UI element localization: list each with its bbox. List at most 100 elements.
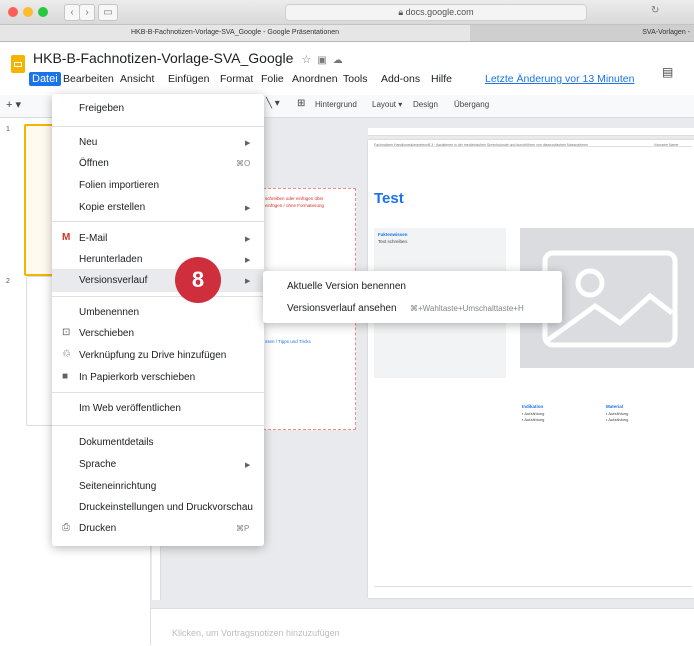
comment-icon[interactable]: ▤	[662, 65, 673, 79]
print-shortcut: ⌘P	[236, 524, 250, 533]
menu-item-print[interactable]: Drucken	[79, 523, 116, 534]
tab-bar: HKB-B-Fachnotizen-Vorlage-SVA_Google - G…	[0, 25, 694, 42]
folder-icon[interactable]: ▣	[317, 55, 326, 66]
menu-item-email[interactable]: E-Mail	[79, 233, 107, 244]
facts-text: Text schreiben.	[378, 239, 409, 244]
menu-item-move[interactable]: Verschieben	[79, 328, 134, 339]
menu-item-version-history[interactable]: Versionsverlauf	[79, 275, 147, 286]
tab-inactive[interactable]: SVA-Vorlagen -	[471, 25, 694, 41]
drive-shortcut-icon: ♲	[62, 349, 71, 360]
menu-separator	[52, 221, 264, 222]
facts-label: Faktenwissen	[378, 232, 408, 237]
menu-format[interactable]: Format	[220, 73, 253, 85]
menu-item-new[interactable]: Neu	[79, 137, 97, 148]
close-window-icon[interactable]	[8, 7, 18, 17]
printer-icon: ⎙	[62, 522, 70, 533]
background-text: schreiben oder einfügen über	[265, 196, 324, 201]
menu-item-page-setup[interactable]: Seiteneinrichtung	[79, 481, 156, 492]
menu-item-name-version[interactable]: Aktuelle Version benennen	[287, 281, 406, 292]
zoom-window-icon[interactable]	[38, 7, 48, 17]
bullet-text: Aufzählung	[608, 417, 629, 422]
menu-einfuegen[interactable]: Einfügen	[168, 73, 209, 85]
slide-title[interactable]: Test	[374, 190, 404, 207]
menu-item-make-copy[interactable]: Kopie erstellen	[79, 202, 145, 213]
reload-icon[interactable]: ↻	[651, 5, 659, 16]
menu-item-download[interactable]: Herunterladen	[79, 254, 142, 265]
cloud-icon: ☁	[332, 55, 343, 66]
menu-separator	[52, 126, 264, 127]
slide-number: 1	[6, 126, 10, 133]
menu-separator	[52, 392, 264, 393]
browser-titlebar: ‹ › ▭ 🔒︎ docs.google.com ↻	[0, 0, 694, 25]
design-button[interactable]: Design	[413, 100, 438, 109]
speaker-notes-area[interactable]	[151, 608, 694, 646]
menu-addons[interactable]: Add-ons	[381, 73, 420, 85]
speaker-notes-placeholder[interactable]: Klicken, um Vortragsnotizen hinzuzufügen	[172, 628, 340, 638]
indication-bullet: ▪ Aufzählung	[522, 417, 545, 422]
open-shortcut: ⌘O	[236, 159, 251, 168]
last-change-link[interactable]: Letzte Änderung vor 13 Minuten	[485, 73, 634, 85]
move-folder-icon: ⊡	[62, 327, 71, 338]
layout-button[interactable]: Layout ▾	[372, 100, 402, 109]
sidebar-toggle-icon[interactable]: ▭	[98, 4, 118, 21]
star-icon[interactable]: ☆	[301, 54, 311, 66]
step-number-badge: 8	[175, 257, 221, 303]
tab-active[interactable]: HKB-B-Fachnotizen-Vorlage-SVA_Google - G…	[0, 25, 470, 41]
menu-separator	[52, 296, 264, 297]
background-button[interactable]: Hintergrund	[315, 100, 357, 109]
address-bar[interactable]: 🔒︎ docs.google.com	[285, 4, 587, 21]
menu-separator	[52, 425, 264, 426]
horizontal-ruler	[368, 128, 694, 136]
menu-ansicht[interactable]: Ansicht	[120, 73, 154, 85]
indication-label: Indikation	[522, 404, 544, 409]
menu-folie[interactable]: Folie	[261, 73, 284, 85]
menu-item-see-version-history[interactable]: Versionsverlauf ansehen	[287, 303, 397, 314]
forward-icon[interactable]: ›	[79, 4, 95, 21]
menu-item-open[interactable]: Öffnen	[79, 158, 109, 169]
background-text: ssen / Tipps und Tricks	[265, 339, 311, 344]
bullet-text: Aufzählung	[608, 411, 629, 416]
menu-item-add-shortcut[interactable]: Verknüpfung zu Drive hinzufügen	[79, 350, 226, 361]
submenu-arrow-icon: ▶	[245, 205, 251, 212]
menu-tools[interactable]: Tools	[343, 73, 368, 85]
slide[interactable]: Fachnotizen HandlungskompetenzB.3 · Assi…	[368, 140, 694, 598]
menu-item-trash[interactable]: In Papierkorb verschieben	[79, 372, 195, 383]
submenu-arrow-icon: ▶	[245, 140, 251, 147]
lock-icon: 🔒︎	[398, 7, 406, 17]
footer-divider	[374, 586, 692, 587]
menu-item-language[interactable]: Sprache	[79, 459, 116, 470]
menu-bearbeiten[interactable]: Bearbeiten	[63, 73, 114, 85]
tab-title: HKB-B-Fachnotizen-Vorlage-SVA_Google - G…	[130, 29, 340, 36]
file-menu: Freigeben Neu ▶ Öffnen ⌘O Folien importi…	[52, 94, 264, 546]
header-divider	[374, 146, 692, 147]
menu-anordnen[interactable]: Anordnen	[292, 73, 338, 85]
see-history-shortcut: ⌘+Wahltaste+Umschalttaste+H	[410, 304, 524, 313]
transition-button[interactable]: Übergang	[454, 100, 489, 109]
bullet-text: Aufzählung	[524, 417, 545, 422]
document-title-text: HKB-B-Fachnotizen-Vorlage-SVA_Google	[33, 50, 294, 66]
bullet-text: Aufzählung	[524, 411, 545, 416]
trash-icon: ■	[62, 371, 69, 382]
tab-title: SVA-Vorlagen -	[642, 29, 690, 36]
back-icon[interactable]: ‹	[64, 4, 80, 21]
material-label: Material	[606, 404, 624, 409]
menu-item-publish[interactable]: Im Web veröffentlichen	[79, 403, 181, 414]
menu-hilfe[interactable]: Hilfe	[431, 73, 452, 85]
menu-item-share[interactable]: Freigeben	[79, 103, 124, 114]
line-tool-icon[interactable]: ╲ ▾	[266, 98, 280, 109]
submenu-arrow-icon: ▶	[245, 236, 251, 243]
comment-add-icon[interactable]: ⊞	[297, 98, 305, 109]
submenu-arrow-icon: ▶	[245, 257, 251, 264]
menu-item-details[interactable]: Dokumentdetails	[79, 437, 153, 448]
minimize-window-icon[interactable]	[23, 7, 33, 17]
new-slide-icon[interactable]: + ▾	[6, 98, 21, 111]
menu-datei[interactable]: Datei	[29, 72, 61, 86]
menu-item-rename[interactable]: Umbenennen	[79, 307, 139, 318]
menu-item-import-slides[interactable]: Folien importieren	[79, 180, 159, 191]
version-history-submenu: Aktuelle Version benennen Versionsverlau…	[263, 271, 562, 323]
material-bullet: ▪ Aufzählung	[606, 411, 629, 416]
document-title[interactable]: HKB-B-Fachnotizen-Vorlage-SVA_Google ☆ ▣ ☁	[33, 50, 343, 66]
menu-item-print-settings[interactable]: Druckeinstellungen und Druckvorschau	[79, 502, 253, 513]
slides-logo-icon[interactable]	[11, 55, 25, 73]
gmail-icon: M	[62, 232, 71, 243]
